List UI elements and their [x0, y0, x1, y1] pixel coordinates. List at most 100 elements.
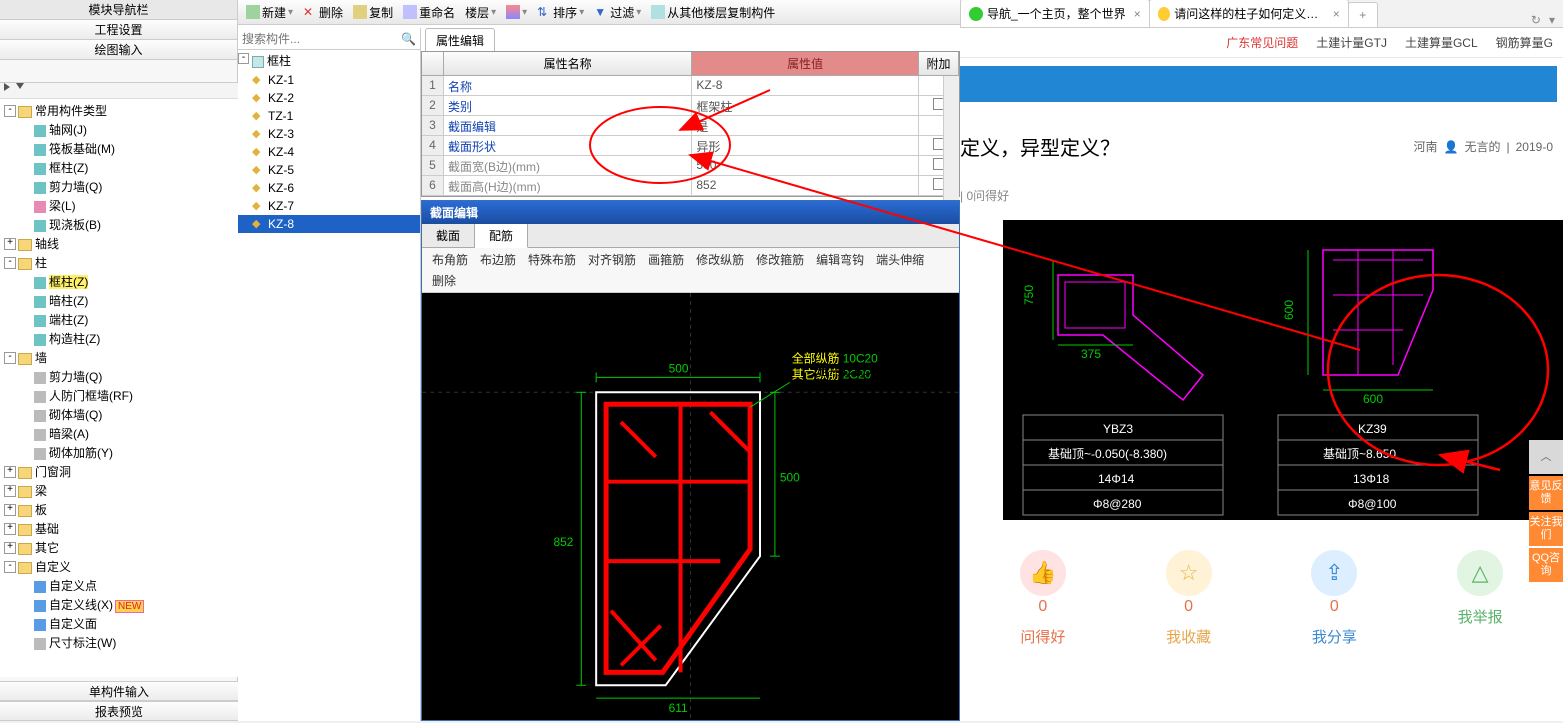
- tree-item[interactable]: 框柱(Z): [4, 272, 234, 291]
- tree-root[interactable]: 常用构件类型: [4, 101, 234, 120]
- draw-input-panel[interactable]: 绘图输入: [0, 40, 237, 60]
- component-item[interactable]: KZ-2: [238, 89, 420, 107]
- property-row[interactable]: 5截面宽(B边)(mm)500: [422, 156, 959, 176]
- link-ggj[interactable]: 钢筋算量G: [1496, 34, 1553, 51]
- filter-button[interactable]: ▼过滤▾: [590, 4, 645, 21]
- tree-category[interactable]: 门窗洞: [4, 462, 234, 481]
- component-item[interactable]: KZ-3: [238, 125, 420, 143]
- section-tool[interactable]: 特殊布筋: [524, 251, 580, 268]
- section-tool[interactable]: 编辑弯钩: [812, 251, 868, 268]
- property-row[interactable]: 3截面编辑是: [422, 116, 959, 136]
- action-y[interactable]: ☆0我收藏: [1166, 550, 1212, 647]
- feedback-button[interactable]: 意见反馈: [1529, 476, 1563, 510]
- tree-item[interactable]: 端柱(Z): [4, 310, 234, 329]
- tree-category[interactable]: 轴线: [4, 234, 234, 253]
- property-row[interactable]: 6截面高(H边)(mm)852: [422, 176, 959, 196]
- tree-item[interactable]: 砌体墙(Q): [4, 405, 234, 424]
- copy-from-floors-button[interactable]: 从其他楼层复制构件: [647, 4, 779, 21]
- component-item[interactable]: TZ-1: [238, 107, 420, 125]
- tree-item[interactable]: 梁(L): [4, 196, 234, 215]
- section-tool[interactable]: 画箍筋: [644, 251, 688, 268]
- property-row[interactable]: 4截面形状异形: [422, 136, 959, 156]
- link-faq[interactable]: 广东常见问题: [1226, 34, 1298, 51]
- component-item[interactable]: KZ-5: [238, 161, 420, 179]
- close-icon[interactable]: ×: [1333, 7, 1340, 21]
- tree-category[interactable]: 板: [4, 500, 234, 519]
- section-tool[interactable]: 修改箍筋: [752, 251, 808, 268]
- user-name[interactable]: 无言的: [1464, 138, 1500, 155]
- link-gtj[interactable]: 土建计量GTJ: [1316, 34, 1387, 51]
- tree-category[interactable]: 墙: [4, 348, 234, 367]
- close-icon[interactable]: ×: [1134, 7, 1141, 21]
- component-item[interactable]: KZ-6: [238, 179, 420, 197]
- section-tab[interactable]: 配筋: [475, 224, 528, 248]
- section-tool[interactable]: 端头伸缩: [872, 251, 928, 268]
- rename-button[interactable]: 重命名: [399, 4, 459, 21]
- tab-menu-icon[interactable]: ▾: [1549, 13, 1555, 27]
- component-search[interactable]: 🔍: [238, 28, 420, 50]
- tree-category[interactable]: 自定义: [4, 557, 234, 576]
- tree-item[interactable]: 剪力墙(Q): [4, 177, 234, 196]
- section-tool[interactable]: 对齐钢筋: [584, 251, 640, 268]
- tree-item[interactable]: 尺寸标注(W): [4, 633, 234, 652]
- action-r[interactable]: 👍0问得好: [1020, 550, 1066, 647]
- component-item[interactable]: KZ-8: [238, 215, 420, 233]
- search-input[interactable]: [242, 32, 401, 46]
- tree-item[interactable]: 剪力墙(Q): [4, 367, 234, 386]
- search-icon[interactable]: 🔍: [401, 32, 416, 46]
- action-icon: 👍: [1020, 550, 1066, 596]
- tree-item[interactable]: 自定义点: [4, 576, 234, 595]
- tree-category[interactable]: 梁: [4, 481, 234, 500]
- tree-item[interactable]: 砌体加筋(Y): [4, 443, 234, 462]
- tree-item[interactable]: 框柱(Z): [4, 158, 234, 177]
- new-button[interactable]: 新建▾: [242, 4, 297, 21]
- tree-category[interactable]: 基础: [4, 519, 234, 538]
- delete-button[interactable]: ✕删除: [299, 4, 347, 21]
- tree-item[interactable]: 暗梁(A): [4, 424, 234, 443]
- svg-text:13Φ18: 13Φ18: [1353, 472, 1390, 486]
- tree-category[interactable]: 其它: [4, 538, 234, 557]
- report-preview[interactable]: 报表预览: [0, 701, 238, 721]
- component-item[interactable]: KZ-7: [238, 197, 420, 215]
- tree-item[interactable]: 暗柱(Z): [4, 291, 234, 310]
- tree-item[interactable]: 自定义线(X)NEW: [4, 595, 234, 614]
- section-tool[interactable]: 布边筋: [476, 251, 520, 268]
- single-component-input[interactable]: 单构件输入: [0, 681, 238, 701]
- collapse-icon[interactable]: [16, 83, 24, 89]
- property-tab[interactable]: 属性编辑: [425, 28, 495, 52]
- new-tab-button[interactable]: +: [1348, 2, 1378, 27]
- action-g[interactable]: △我举报: [1457, 550, 1503, 647]
- action-b[interactable]: ⇪0我分享: [1311, 550, 1357, 647]
- tree-item[interactable]: 人防门框墙(RF): [4, 386, 234, 405]
- section-canvas[interactable]: 500 500 852 611 全部纵筋 10C20 其它纵筋 2C20: [422, 293, 959, 720]
- tree-item[interactable]: 轴网(J): [4, 120, 234, 139]
- section-tool[interactable]: 删除: [428, 272, 460, 289]
- browser-tab-0[interactable]: 导航_一个主页，整个世界×: [960, 0, 1150, 27]
- follow-us-button[interactable]: 关注我们: [1529, 512, 1563, 546]
- link-gcl[interactable]: 土建算量GCL: [1405, 34, 1478, 51]
- expand-all-icon[interactable]: [4, 83, 10, 91]
- qq-consult-button[interactable]: QQ咨询: [1529, 548, 1563, 582]
- prop-header-value[interactable]: 属性值: [692, 52, 919, 75]
- section-tab[interactable]: 截面: [422, 224, 475, 247]
- section-tool[interactable]: 布角筋: [428, 251, 472, 268]
- property-row[interactable]: 1名称KZ-8: [422, 76, 959, 96]
- copy-button[interactable]: 复制: [349, 4, 397, 21]
- back-to-top[interactable]: ︿: [1529, 440, 1563, 474]
- floor-button[interactable]: 楼层▾: [461, 4, 500, 21]
- tree-category[interactable]: 柱: [4, 253, 234, 272]
- restore-tab-icon[interactable]: ↻: [1531, 13, 1541, 27]
- component-tree-root[interactable]: 框柱: [238, 50, 420, 71]
- section-tool[interactable]: 修改纵筋: [692, 251, 748, 268]
- tree-item[interactable]: 筏板基础(M): [4, 139, 234, 158]
- property-row[interactable]: 2类别框架柱: [422, 96, 959, 116]
- project-settings-panel[interactable]: 工程设置: [0, 20, 237, 40]
- component-item[interactable]: KZ-4: [238, 143, 420, 161]
- component-item[interactable]: KZ-1: [238, 71, 420, 89]
- tree-item[interactable]: 构造柱(Z): [4, 329, 234, 348]
- browser-tab-1[interactable]: 请问这样的柱子如何定义，异型×: [1149, 0, 1349, 27]
- layers-icon[interactable]: ▾: [502, 5, 531, 19]
- sort-button[interactable]: ⇅排序▾: [533, 4, 588, 21]
- tree-item[interactable]: 自定义面: [4, 614, 234, 633]
- tree-item[interactable]: 现浇板(B): [4, 215, 234, 234]
